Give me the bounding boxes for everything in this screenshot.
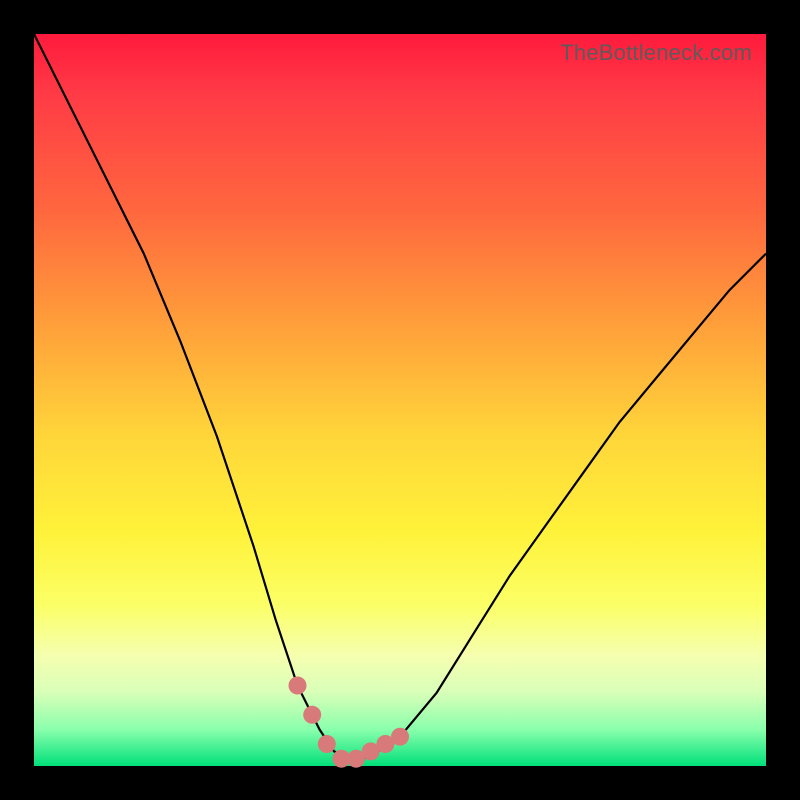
plot-area: TheBottleneck.com [34,34,766,766]
curve-marker [303,706,321,724]
bottleneck-curve [34,34,766,766]
curve-marker [289,677,307,695]
chart-frame: TheBottleneck.com [0,0,800,800]
curve-marker [391,728,409,746]
curve-marker [318,735,336,753]
curve-path [34,34,766,759]
marker-group [289,677,410,768]
